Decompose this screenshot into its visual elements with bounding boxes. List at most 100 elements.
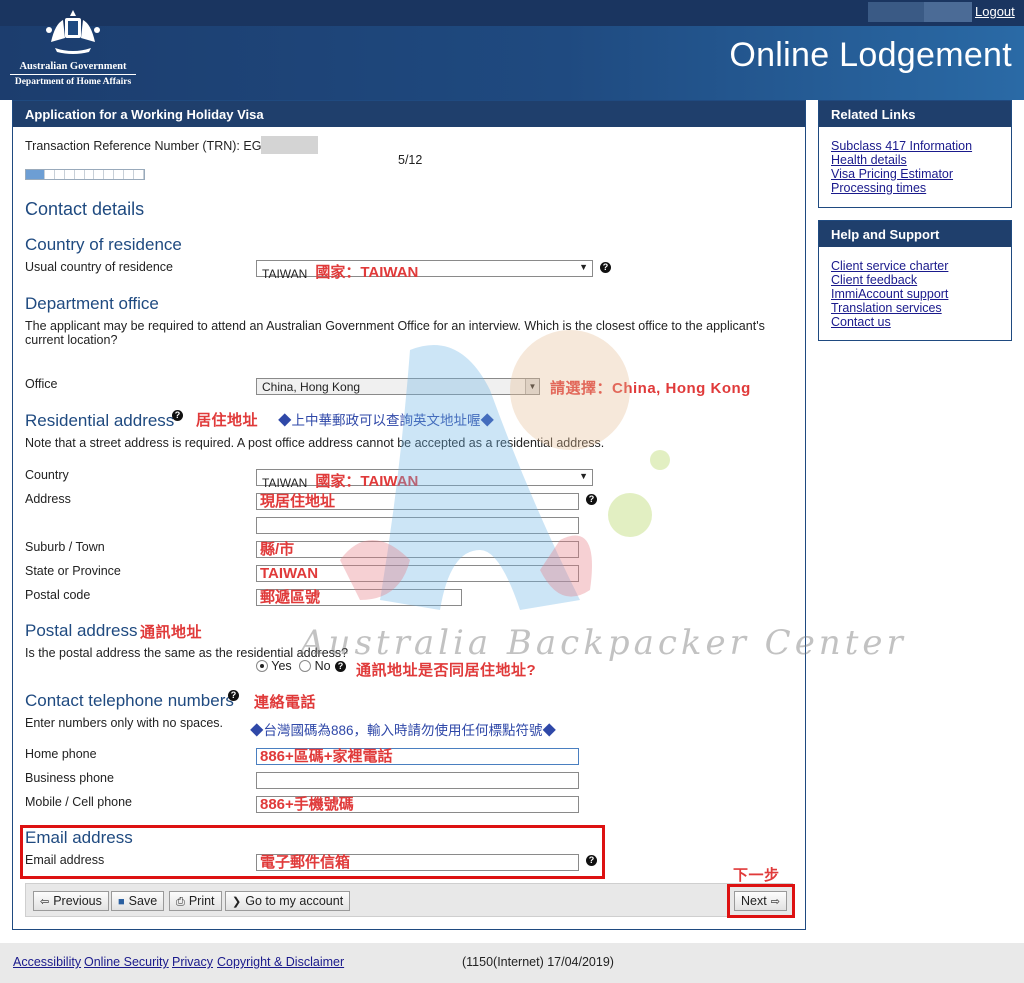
progress-cell: [34, 170, 45, 179]
postal-yes-radio[interactable]: [256, 660, 268, 672]
progress-cell: [124, 170, 135, 179]
footer-link-copyright[interactable]: Copyright & Disclaimer: [217, 955, 344, 969]
phone-section-title: Contact telephone numbers: [25, 691, 234, 710]
state-input[interactable]: TAIWAN: [256, 565, 579, 582]
next-annotation: 下一步: [733, 867, 780, 884]
related-link-1[interactable]: Health details: [831, 153, 999, 167]
progress-cell: [65, 170, 75, 179]
related-link-2[interactable]: Visa Pricing Estimator: [831, 167, 999, 181]
help-support-link-2[interactable]: ImmiAccount support: [831, 287, 999, 301]
trn-label: Transaction Reference Number (TRN): EGO: [25, 139, 272, 153]
office-select[interactable]: China, Hong Kong ▼: [256, 378, 540, 395]
progress-cell: [75, 170, 85, 179]
watermark-text: Australia Backpacker Center: [300, 623, 907, 663]
save-button[interactable]: ■ Save: [111, 891, 165, 911]
mobile-phone-label: Mobile / Cell phone: [25, 795, 133, 809]
version-text: (1150(Internet) 17/04/2019): [462, 955, 614, 969]
residence-label: Usual country of residence: [25, 260, 173, 274]
address-line1-input[interactable]: 現居住地址: [256, 493, 579, 510]
home-phone-input[interactable]: 886+區碼+家裡電話: [256, 748, 579, 765]
previous-button[interactable]: ⇦ Previous: [33, 891, 109, 911]
related-links-panel: Related Links Subclass 417 Information He…: [818, 100, 1012, 208]
save-label: Save: [128, 894, 158, 908]
help-support-title: Help and Support: [819, 221, 1011, 247]
page-indicator: 5/12: [398, 153, 423, 167]
postal-section-title: Postal address: [25, 621, 138, 640]
help-icon[interactable]: ?: [600, 262, 611, 273]
coat-of-arms-icon: [46, 10, 100, 54]
help-support-panel: Help and Support Client service charter C…: [818, 220, 1012, 341]
footer-link-online-security[interactable]: Online Security: [84, 955, 169, 969]
logout-link[interactable]: Logout: [975, 4, 1015, 19]
progress-cell: [104, 170, 115, 179]
help-icon[interactable]: ?: [586, 494, 597, 505]
postal-annotation: 通訊地址: [140, 624, 203, 641]
panel-title: Application for a Working Holiday Visa: [13, 101, 805, 127]
related-link-0[interactable]: Subclass 417 Information: [831, 139, 999, 153]
help-icon[interactable]: ?: [228, 690, 239, 701]
residential-note: Note that a street address is required. …: [25, 436, 605, 450]
email-label: Email address: [25, 853, 105, 867]
related-links-list: Subclass 417 Information Health details Vi…: [819, 127, 1011, 203]
print-button[interactable]: ⎙ Print: [169, 891, 222, 911]
app-title: Online Lodgement: [729, 36, 1012, 74]
help-support-link-0[interactable]: Client service charter: [831, 259, 999, 273]
residential-annotation: 居住地址: [196, 412, 259, 429]
office-value: China, Hong Kong: [262, 380, 361, 394]
arrow-left-icon: ⇦: [40, 896, 50, 908]
help-icon[interactable]: ?: [172, 410, 183, 421]
footer-link-privacy[interactable]: Privacy: [172, 955, 213, 969]
country-value: TAIWAN: [262, 476, 308, 490]
page-heading: Contact details: [25, 199, 145, 219]
print-label: Print: [188, 894, 215, 908]
postal-code-label: Postal code: [25, 588, 91, 602]
state-label: State or Province: [25, 564, 121, 578]
progress-cell: [94, 170, 105, 179]
progress-cell: [55, 170, 65, 179]
government-name: Australian Government: [19, 61, 127, 72]
business-phone-input[interactable]: [256, 772, 579, 789]
form-toolbar: ⇦ Previous ■ Save ⎙ Print ❯ Go to my account…: [25, 883, 795, 918]
office-label: Office: [25, 377, 58, 391]
residence-country-select[interactable]: TAIWAN 國家：TAIWAN ▼: [256, 260, 593, 281]
postal-code-input[interactable]: 郵遞區號: [256, 589, 462, 606]
office-annotation: 請選擇：China, Hong Kong: [550, 380, 751, 397]
progress-cell: [85, 170, 95, 179]
related-links-title: Related Links: [819, 101, 1011, 127]
progress-cell: [45, 170, 55, 179]
mobile-phone-input[interactable]: 886+手機號碼: [256, 796, 579, 813]
progress-cell: [26, 170, 35, 179]
progress-bar: [25, 169, 145, 180]
floppy-disk-icon: ■: [118, 896, 125, 908]
suburb-input[interactable]: 縣/市: [256, 541, 579, 558]
country-annotation: 國家：TAIWAN: [315, 473, 419, 490]
department-name: Department of Home Affairs: [10, 74, 136, 87]
trn-redacted: [261, 136, 318, 154]
chevron-right-icon: ❯: [232, 896, 242, 908]
help-icon[interactable]: ?: [586, 855, 597, 866]
address-label: Address: [25, 492, 71, 506]
postal-yes-label: Yes: [271, 659, 292, 673]
user-id-segment: [924, 2, 972, 22]
help-support-link-3[interactable]: Translation services: [831, 301, 999, 315]
business-phone-label: Business phone: [25, 771, 114, 785]
help-support-link-4[interactable]: Contact us: [831, 315, 999, 329]
account-label: Go to my account: [245, 894, 344, 908]
email-section-title: Email address: [25, 828, 133, 847]
help-support-link-1[interactable]: Client feedback: [831, 273, 999, 287]
country-select[interactable]: TAIWAN 國家：TAIWAN ▼: [256, 469, 593, 490]
phone-tip: ◆台灣國碼為886，輸入時請勿使用任何標點符號◆: [250, 723, 557, 738]
office-description: The applicant may be required to attend …: [25, 319, 765, 347]
address-line2-input[interactable]: [256, 517, 579, 534]
progress-cell: [114, 170, 125, 179]
footer-link-accessibility[interactable]: Accessibility: [13, 955, 81, 969]
next-button[interactable]: Next ⇨: [734, 891, 787, 911]
dropdown-arrow-icon: ▼: [579, 471, 588, 481]
printer-icon: ⎙: [176, 896, 185, 908]
go-to-account-button[interactable]: ❯ Go to my account: [225, 891, 351, 911]
office-section-title: Department office: [25, 294, 159, 313]
residential-tip: ◆上中華郵政可以查詢英文地址喔◆: [278, 413, 494, 428]
residence-section-title: Country of residence: [25, 235, 182, 254]
related-link-3[interactable]: Processing times: [831, 181, 999, 195]
email-input[interactable]: 電子郵件信箱: [256, 854, 579, 871]
